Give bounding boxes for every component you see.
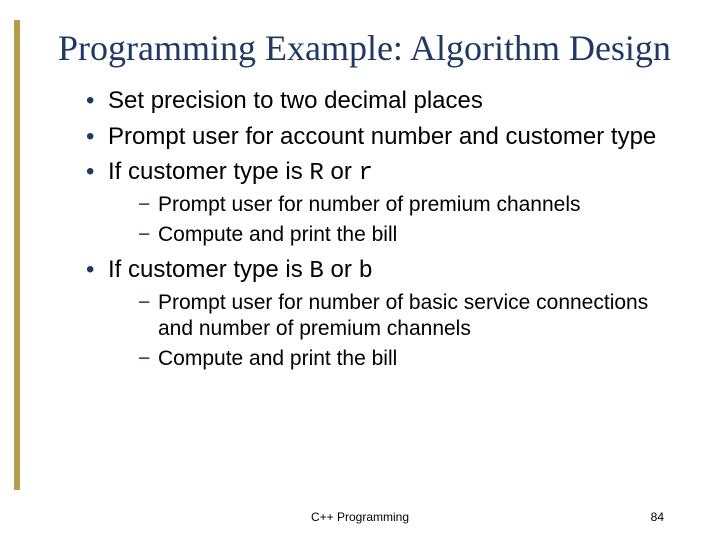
sub-bullet-item: Prompt user for number of basic service … [138, 290, 676, 343]
bullet-item: Prompt user for account number and custo… [86, 122, 676, 151]
bullet-text: or [324, 256, 359, 283]
sub-bullet-item: Prompt user for number of premium channe… [138, 192, 676, 218]
bullet-text: If customer type is [108, 256, 309, 283]
slide-title: Programming Example: Algorithm Design [58, 28, 676, 68]
code-literal: b [359, 258, 373, 285]
bullet-text: If customer type is [108, 158, 309, 185]
sub-bullet-list: Prompt user for number of premium channe… [108, 192, 676, 249]
bullet-item: If customer type is R or r Prompt user f… [86, 157, 676, 249]
sub-bullet-item: Compute and print the bill [138, 346, 676, 372]
sub-bullet-text: Compute and print the bill [158, 223, 397, 246]
bullet-text: Prompt user for account number and custo… [108, 123, 656, 150]
slide: Programming Example: Algorithm Design Se… [0, 0, 720, 540]
footer-text: C++ Programming [0, 510, 720, 524]
sub-bullet-list: Prompt user for number of basic service … [108, 290, 676, 373]
bullet-item: Set precision to two decimal places [86, 86, 676, 115]
page-number: 84 [651, 510, 664, 524]
title-block: Programming Example: Algorithm Design [58, 28, 676, 68]
code-literal: R [309, 160, 323, 187]
bullet-list: Set precision to two decimal places Prom… [58, 86, 676, 372]
bullet-text: Set precision to two decimal places [108, 87, 483, 114]
bullet-item: If customer type is B or b Prompt user f… [86, 255, 676, 373]
sub-bullet-item: Compute and print the bill [138, 222, 676, 248]
code-literal: B [309, 258, 323, 285]
accent-bar [14, 20, 20, 490]
sub-bullet-text: Compute and print the bill [158, 347, 397, 370]
sub-bullet-text: Prompt user for number of premium channe… [158, 193, 581, 216]
bullet-text: or [324, 158, 359, 185]
code-literal: r [359, 160, 373, 187]
sub-bullet-text: Prompt user for number of basic service … [158, 291, 648, 340]
